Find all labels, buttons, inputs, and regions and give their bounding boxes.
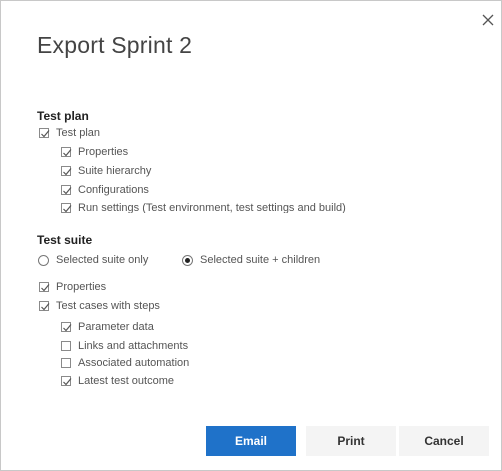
checkbox-label: Suite hierarchy bbox=[78, 165, 152, 177]
checkbox-checked-icon[interactable] bbox=[61, 203, 72, 213]
checkbox-checked-icon[interactable] bbox=[39, 282, 50, 292]
radio-selected-suite-children[interactable]: Selected suite + children bbox=[182, 253, 320, 267]
checkbox-latest-test-outcome[interactable]: Latest test outcome bbox=[61, 374, 174, 388]
close-icon[interactable] bbox=[481, 13, 495, 27]
radio-label: Selected suite only bbox=[56, 254, 149, 266]
checkbox-checked-icon[interactable] bbox=[39, 128, 50, 138]
checkbox-test-plan[interactable]: Test plan bbox=[39, 126, 100, 140]
print-button[interactable]: Print bbox=[306, 426, 396, 456]
radio-icon[interactable] bbox=[38, 254, 49, 266]
checkbox-properties-plan[interactable]: Properties bbox=[61, 145, 128, 159]
checkbox-suite-hierarchy[interactable]: Suite hierarchy bbox=[61, 164, 151, 178]
checkbox-parameter-data[interactable]: Parameter data bbox=[61, 320, 154, 334]
checkbox-label: Links and attachments bbox=[78, 340, 189, 352]
checkbox-checked-icon[interactable] bbox=[61, 147, 72, 157]
cancel-button[interactable]: Cancel bbox=[399, 426, 489, 456]
checkbox-unchecked-icon[interactable] bbox=[61, 358, 71, 368]
test-suite-heading: Test suite bbox=[37, 233, 93, 247]
checkbox-checked-icon[interactable] bbox=[39, 301, 50, 311]
checkbox-checked-icon[interactable] bbox=[61, 166, 72, 176]
checkbox-label: Latest test outcome bbox=[78, 375, 174, 387]
checkbox-checked-icon[interactable] bbox=[61, 185, 72, 195]
checkbox-configurations[interactable]: Configurations bbox=[61, 183, 149, 197]
test-plan-heading: Test plan bbox=[37, 109, 89, 123]
checkbox-run-settings[interactable]: Run settings (Test environment, test set… bbox=[61, 201, 346, 213]
checkbox-associated-automation[interactable]: Associated automation bbox=[61, 356, 189, 370]
checkbox-label: Associated automation bbox=[78, 357, 190, 369]
dialog-title: Export Sprint 2 bbox=[37, 32, 193, 58]
checkbox-links-and-attachments[interactable]: Links and attachments bbox=[61, 339, 188, 353]
email-button[interactable]: Email bbox=[206, 426, 296, 456]
checkbox-label: Test cases with steps bbox=[56, 300, 160, 312]
checkbox-checked-icon[interactable] bbox=[61, 376, 72, 386]
checkbox-checked-icon[interactable] bbox=[61, 322, 72, 332]
checkbox-label: Run settings (Test environment, test set… bbox=[78, 202, 346, 213]
checkbox-label: Properties bbox=[56, 281, 107, 293]
radio-selected-icon[interactable] bbox=[182, 254, 193, 266]
checkbox-label: Test plan bbox=[56, 127, 101, 139]
radio-label: Selected suite + children bbox=[200, 254, 321, 266]
radio-selected-suite-only[interactable]: Selected suite only bbox=[38, 253, 148, 267]
checkbox-label: Parameter data bbox=[78, 321, 154, 333]
checkbox-label: Configurations bbox=[78, 184, 149, 196]
export-dialog: Export Sprint 2 Test plan Test plan Prop… bbox=[0, 0, 502, 471]
checkbox-properties-suite[interactable]: Properties bbox=[39, 280, 106, 294]
checkbox-test-cases-with-steps[interactable]: Test cases with steps bbox=[39, 299, 160, 313]
checkbox-label: Properties bbox=[78, 146, 129, 158]
checkbox-unchecked-icon[interactable] bbox=[61, 341, 71, 351]
